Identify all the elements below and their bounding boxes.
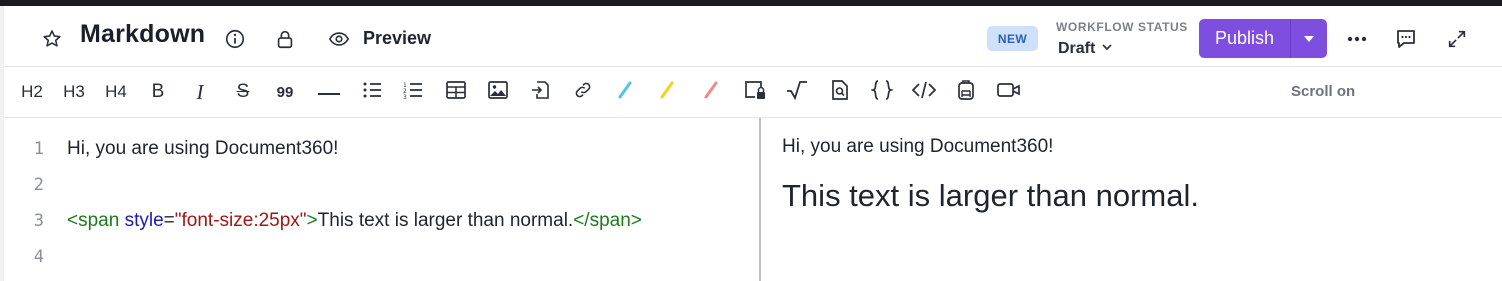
html-tag-open: <span bbox=[67, 210, 120, 231]
scroll-sync-toggle[interactable]: Scroll on bbox=[1291, 83, 1355, 100]
chevron-down-icon bbox=[1101, 40, 1113, 58]
preview-large-text: This text is larger than normal. bbox=[782, 178, 1199, 213]
lock-icon[interactable] bbox=[272, 26, 298, 52]
import-file-icon bbox=[530, 80, 550, 105]
html-attribute-name: style bbox=[124, 210, 164, 231]
markdown-editor[interactable]: 1 2 3 4 Hi, you are using Document360! <… bbox=[4, 118, 759, 281]
heading3-button[interactable]: H3 bbox=[59, 79, 89, 105]
inline-code-button[interactable] bbox=[911, 79, 937, 105]
highlight-yellow-button[interactable] bbox=[656, 79, 678, 105]
workflow-status-label: WORKFLOW STATUS bbox=[1056, 20, 1188, 34]
horizontal-rule-icon bbox=[317, 83, 341, 101]
video-button[interactable] bbox=[996, 79, 1022, 105]
html-text: This text is larger than normal. bbox=[317, 210, 574, 231]
code-line-1: Hi, you are using Document360! bbox=[67, 138, 339, 159]
bullet-list-icon bbox=[362, 81, 382, 104]
html-attribute-value: "font-size:25px" bbox=[174, 210, 307, 231]
html-tag-open-end: > bbox=[306, 210, 318, 231]
table-icon bbox=[446, 80, 466, 104]
video-icon bbox=[997, 81, 1021, 104]
blockquote-label: 99 bbox=[276, 83, 294, 101]
formatting-toolbar: H2 H3 H4 B I S 99 123 Scroll on bbox=[4, 67, 1502, 118]
heading2-label: H2 bbox=[21, 82, 43, 101]
blockquote-button[interactable]: 99 bbox=[272, 79, 298, 105]
heading4-button[interactable]: H4 bbox=[101, 79, 131, 105]
link-icon bbox=[572, 80, 594, 105]
private-block-icon bbox=[743, 79, 767, 106]
line-number: 3 bbox=[33, 211, 44, 231]
publish-dropdown-button[interactable] bbox=[1291, 19, 1327, 58]
comment-icon[interactable] bbox=[1393, 26, 1419, 52]
expand-icon[interactable] bbox=[1444, 26, 1470, 52]
math-button[interactable] bbox=[785, 79, 809, 105]
publish-button-group: Publish bbox=[1199, 19, 1327, 58]
preview-paragraph: Hi, you are using Document360! bbox=[782, 136, 1054, 157]
line-number: 1 bbox=[33, 139, 44, 159]
line-number: 4 bbox=[33, 247, 44, 267]
glossary-button[interactable] bbox=[828, 79, 852, 105]
square-root-icon bbox=[786, 80, 808, 105]
eye-icon[interactable] bbox=[325, 26, 353, 52]
bold-button[interactable]: B bbox=[146, 79, 170, 105]
star-icon[interactable] bbox=[39, 26, 65, 52]
workflow-status-value: Draft bbox=[1058, 40, 1096, 57]
bold-label: B bbox=[151, 81, 165, 102]
article-header: Markdown Preview NEW WORKFLOW STATUS Dra… bbox=[4, 6, 1502, 67]
table-button[interactable] bbox=[444, 79, 468, 105]
code-block-button[interactable] bbox=[869, 79, 895, 105]
private-note-button[interactable] bbox=[742, 79, 768, 105]
html-equals: = bbox=[163, 210, 175, 231]
numbered-list-button[interactable]: 123 bbox=[401, 79, 425, 105]
info-icon[interactable] bbox=[222, 26, 248, 52]
page-title: Markdown bbox=[80, 20, 206, 48]
italic-label: I bbox=[196, 79, 204, 104]
more-icon[interactable] bbox=[1344, 26, 1370, 52]
backpack-icon bbox=[956, 79, 976, 106]
publish-button[interactable]: Publish bbox=[1199, 19, 1290, 58]
heading3-label: H3 bbox=[63, 82, 85, 101]
numbered-list-icon: 123 bbox=[403, 81, 423, 104]
highlight-red-button[interactable] bbox=[700, 79, 722, 105]
svg-text:3: 3 bbox=[403, 94, 407, 99]
image-button[interactable] bbox=[486, 79, 510, 105]
italic-button[interactable]: I bbox=[188, 79, 212, 105]
blue-highlighter-icon bbox=[617, 81, 633, 104]
code-icon bbox=[911, 80, 937, 105]
preview-button[interactable]: Preview bbox=[363, 28, 431, 49]
heading4-label: H4 bbox=[105, 82, 127, 101]
new-badge: NEW bbox=[987, 26, 1038, 51]
workflow-status-dropdown[interactable]: Draft bbox=[1058, 40, 1113, 58]
code-line-3: <span style="font-size:25px">This text i… bbox=[67, 210, 642, 232]
strikethrough-button[interactable]: S bbox=[231, 79, 255, 105]
image-icon bbox=[488, 80, 508, 104]
red-highlighter-icon bbox=[703, 81, 719, 104]
yellow-highlighter-icon bbox=[659, 81, 675, 104]
strikethrough-label: S bbox=[236, 81, 250, 102]
horizontal-rule-button[interactable] bbox=[315, 79, 343, 105]
document-search-icon bbox=[831, 79, 849, 105]
html-tag-close: </span> bbox=[573, 210, 642, 231]
curly-braces-icon bbox=[869, 79, 895, 105]
template-button[interactable] bbox=[954, 79, 978, 105]
highlight-blue-button[interactable] bbox=[614, 79, 636, 105]
bullet-list-button[interactable] bbox=[360, 79, 384, 105]
line-number: 2 bbox=[33, 175, 44, 195]
link-button[interactable] bbox=[570, 79, 596, 105]
insert-file-button[interactable] bbox=[528, 79, 552, 105]
heading2-button[interactable]: H2 bbox=[17, 79, 47, 105]
preview-pane: Hi, you are using Document360! This text… bbox=[761, 118, 1502, 281]
caret-down-icon bbox=[1303, 30, 1315, 48]
